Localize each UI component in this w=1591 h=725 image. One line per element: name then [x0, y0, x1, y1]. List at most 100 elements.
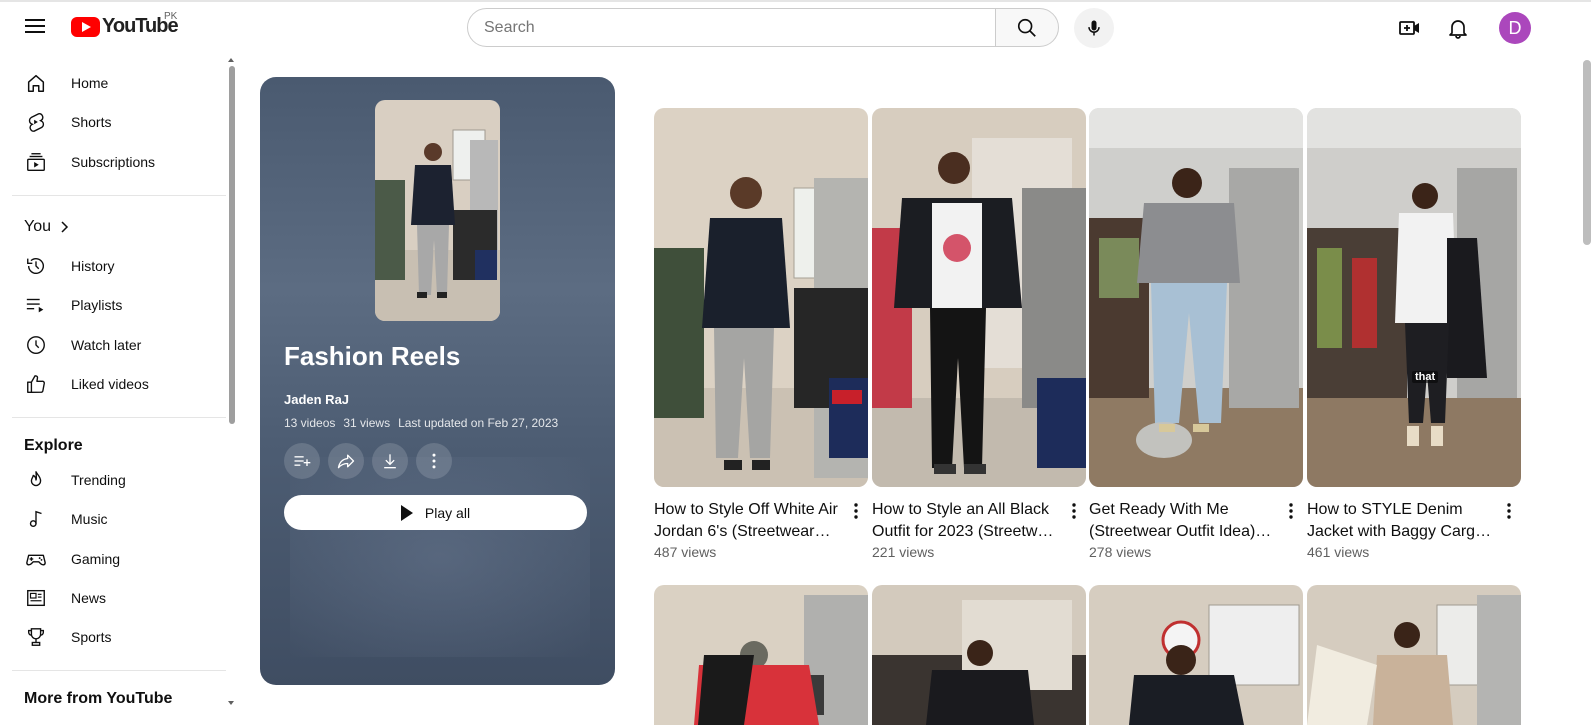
video-card	[654, 585, 868, 725]
video-thumbnail[interactable]	[1307, 585, 1521, 725]
create-button[interactable]	[1393, 11, 1427, 45]
video-views: 461 views	[1307, 544, 1370, 560]
sidebar-item-trending[interactable]: Trending	[12, 461, 224, 499]
sidebar-explore-heading: Explore	[24, 437, 83, 454]
sidebar-item-music[interactable]: Music	[12, 500, 224, 538]
share-button[interactable]	[328, 443, 364, 479]
video-title[interactable]: How to Style an All Black Outfit for 202…	[872, 499, 1062, 543]
playlist-thumbnail[interactable]	[375, 100, 500, 321]
sidebar-scrollbar[interactable]	[229, 66, 235, 424]
video-meta: How to Style Off White Air Jordan 6's (S…	[654, 499, 868, 560]
video-thumbnail[interactable]	[1089, 585, 1303, 725]
sidebar-item-label: Gaming	[71, 551, 121, 567]
sidebar-item-label: Sports	[71, 629, 112, 645]
play-icon	[400, 504, 413, 521]
sidebar-scroll-down-arrow[interactable]	[228, 701, 234, 705]
video-views: 487 views	[654, 544, 717, 560]
notifications-button[interactable]	[1441, 11, 1475, 45]
video-thumbnail[interactable]: that	[1307, 108, 1521, 487]
sidebar-item-shorts[interactable]: Shorts	[12, 103, 224, 141]
playlist-owner-link[interactable]: Jaden RaJ	[284, 392, 349, 407]
shorts-icon	[24, 110, 48, 134]
video-card	[872, 585, 1086, 725]
more-actions-button[interactable]	[416, 443, 452, 479]
sidebar-item-gaming[interactable]: Gaming	[12, 540, 224, 578]
video-card	[1089, 585, 1303, 725]
watch-later-icon	[24, 333, 48, 357]
sidebar-divider	[12, 670, 226, 671]
video-views: 278 views	[1089, 544, 1152, 560]
trophy-icon	[24, 625, 48, 649]
video-card: that How to STYLE Denim Jacket with Bagg…	[1307, 108, 1521, 560]
save-to-library-button[interactable]	[284, 443, 320, 479]
view-count: 31 views	[343, 416, 391, 430]
download-button[interactable]	[372, 443, 408, 479]
sidebar-item-home[interactable]: Home	[12, 64, 224, 102]
playlist-stats: 13 videos 31 views Last updated on Feb 2…	[284, 416, 558, 430]
last-updated: Last updated on Feb 27, 2023	[398, 416, 559, 430]
video-thumbnail[interactable]	[654, 108, 868, 487]
sidebar-divider	[12, 417, 226, 418]
sidebar-item-subscriptions[interactable]: Subscriptions	[12, 143, 224, 181]
video-thumbnail[interactable]	[654, 585, 868, 725]
share-icon	[337, 454, 355, 469]
video-title[interactable]: How to STYLE Denim Jacket with Baggy Car…	[1307, 499, 1497, 543]
video-thumbnail[interactable]	[872, 108, 1086, 487]
video-card	[1307, 585, 1521, 725]
microphone-icon	[1088, 20, 1100, 36]
sidebar-item-label: Shorts	[71, 114, 112, 130]
panel-backdrop-glow	[290, 457, 590, 657]
playlist-actions	[284, 443, 452, 479]
sidebar-item-history[interactable]: History	[12, 247, 224, 285]
play-all-label: Play all	[424, 504, 471, 521]
video-caption-overlay: that	[1412, 371, 1439, 383]
video-title[interactable]: How to Style Off White Air Jordan 6's (S…	[654, 499, 844, 543]
sidebar-item-label: News	[71, 590, 107, 606]
video-menu-button[interactable]	[1064, 499, 1084, 523]
play-all-button[interactable]: Play all	[284, 495, 587, 530]
sidebar-item-news[interactable]: News	[12, 579, 224, 617]
sidebar-item-label: Liked videos	[71, 376, 149, 392]
video-menu-button[interactable]	[1281, 499, 1301, 523]
playlist-header-panel: Fashion Reels Jaden RaJ 13 videos 31 vie…	[260, 77, 615, 685]
sidebar-divider	[12, 195, 226, 196]
playlist-cover-image	[375, 100, 500, 321]
sidebar-more-heading: More from YouTube	[24, 690, 173, 707]
video-title[interactable]: Get Ready With Me (Streetwear Outfit Ide…	[1089, 499, 1279, 543]
more-vertical-icon	[432, 453, 436, 469]
country-code: PK	[164, 11, 178, 22]
account-avatar[interactable]: D	[1499, 12, 1531, 44]
subscriptions-icon	[24, 150, 48, 174]
top-bar: YouTube PK D	[0, 0, 1591, 50]
search-input[interactable]	[467, 8, 996, 47]
search-button[interactable]	[995, 8, 1059, 47]
video-thumbnail[interactable]	[1089, 108, 1303, 487]
sidebar-item-watch-later[interactable]: Watch later	[12, 326, 224, 364]
sidebar-item-playlists[interactable]: Playlists	[12, 286, 224, 324]
sidebar-item-sports[interactable]: Sports	[12, 618, 224, 656]
chevron-right-icon	[61, 221, 69, 233]
video-views: 221 views	[872, 544, 935, 560]
sidebar-scroll-up-arrow[interactable]	[228, 58, 234, 62]
sidebar-item-liked-videos[interactable]: Liked videos	[12, 365, 224, 403]
video-meta: Get Ready With Me (Streetwear Outfit Ide…	[1089, 499, 1303, 560]
create-video-icon	[1399, 21, 1419, 35]
video-menu-button[interactable]	[1499, 499, 1519, 523]
sidebar-item-label: Subscriptions	[71, 154, 156, 170]
page-scrollbar[interactable]	[1583, 60, 1591, 245]
video-menu-button[interactable]	[846, 499, 866, 523]
hamburger-menu-icon[interactable]	[19, 12, 51, 40]
sidebar-item-label: Music	[71, 511, 108, 527]
youtube-logo[interactable]: YouTube PK	[71, 11, 179, 38]
more-vertical-icon	[854, 503, 858, 519]
news-icon	[24, 586, 48, 610]
video-count: 13 videos	[284, 416, 336, 430]
liked-icon	[24, 372, 48, 396]
sidebar-item-label: Watch later	[71, 337, 142, 353]
sidebar-you-heading[interactable]: You	[24, 218, 69, 236]
playlists-icon	[24, 293, 48, 317]
video-thumbnail[interactable]	[872, 585, 1086, 725]
voice-search-button[interactable]	[1074, 8, 1114, 48]
video-card: How to Style an All Black Outfit for 202…	[872, 108, 1086, 560]
search-icon	[1017, 18, 1036, 37]
